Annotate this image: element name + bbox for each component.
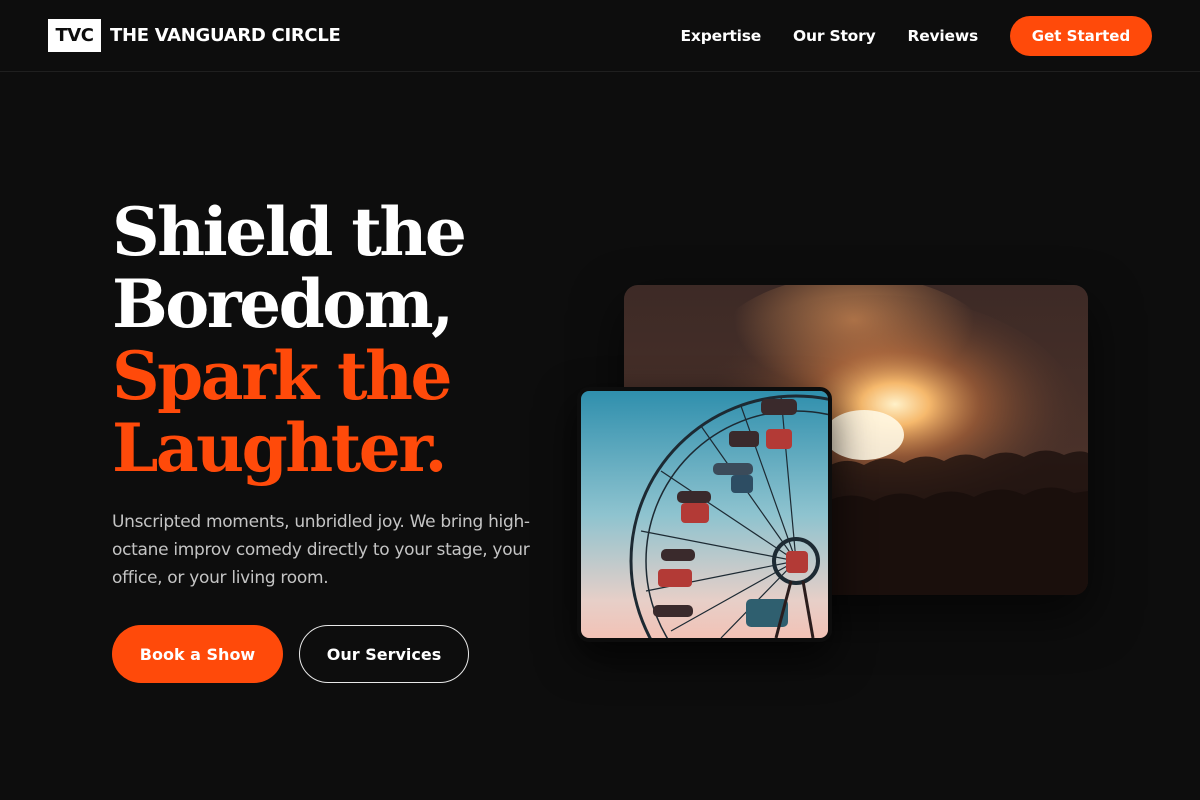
nav-link-reviews[interactable]: Reviews <box>907 27 978 45</box>
logo-badge: TVC <box>48 19 101 52</box>
nav-link-our-story[interactable]: Our Story <box>793 27 876 45</box>
hero-title-line-2: Boredom, <box>112 265 454 343</box>
brand-logo[interactable]: TVC THE VANGUARD CIRCLE <box>48 19 341 52</box>
main-nav: Expertise Our Story Reviews Get Started <box>681 16 1152 56</box>
hero-title-line-4: Laughter. <box>112 409 447 487</box>
our-services-button[interactable]: Our Services <box>299 625 469 683</box>
hero-title-line-1: Shield the <box>112 193 467 271</box>
ferris-wheel-image <box>577 387 832 642</box>
nav-link-expertise[interactable]: Expertise <box>681 27 762 45</box>
brand-name: THE VANGUARD CIRCLE <box>110 25 341 46</box>
hero-title-line-3: Spark the <box>112 337 453 415</box>
ferris-wheel-photo <box>581 391 828 638</box>
hero-title: Shield the Boredom, Spark the Laughter. <box>112 193 467 487</box>
site-header: TVC THE VANGUARD CIRCLE Expertise Our St… <box>0 0 1200 72</box>
hero-description: Unscripted moments, unbridled joy. We br… <box>112 512 530 588</box>
book-a-show-button[interactable]: Book a Show <box>112 625 283 683</box>
get-started-button[interactable]: Get Started <box>1010 16 1152 56</box>
